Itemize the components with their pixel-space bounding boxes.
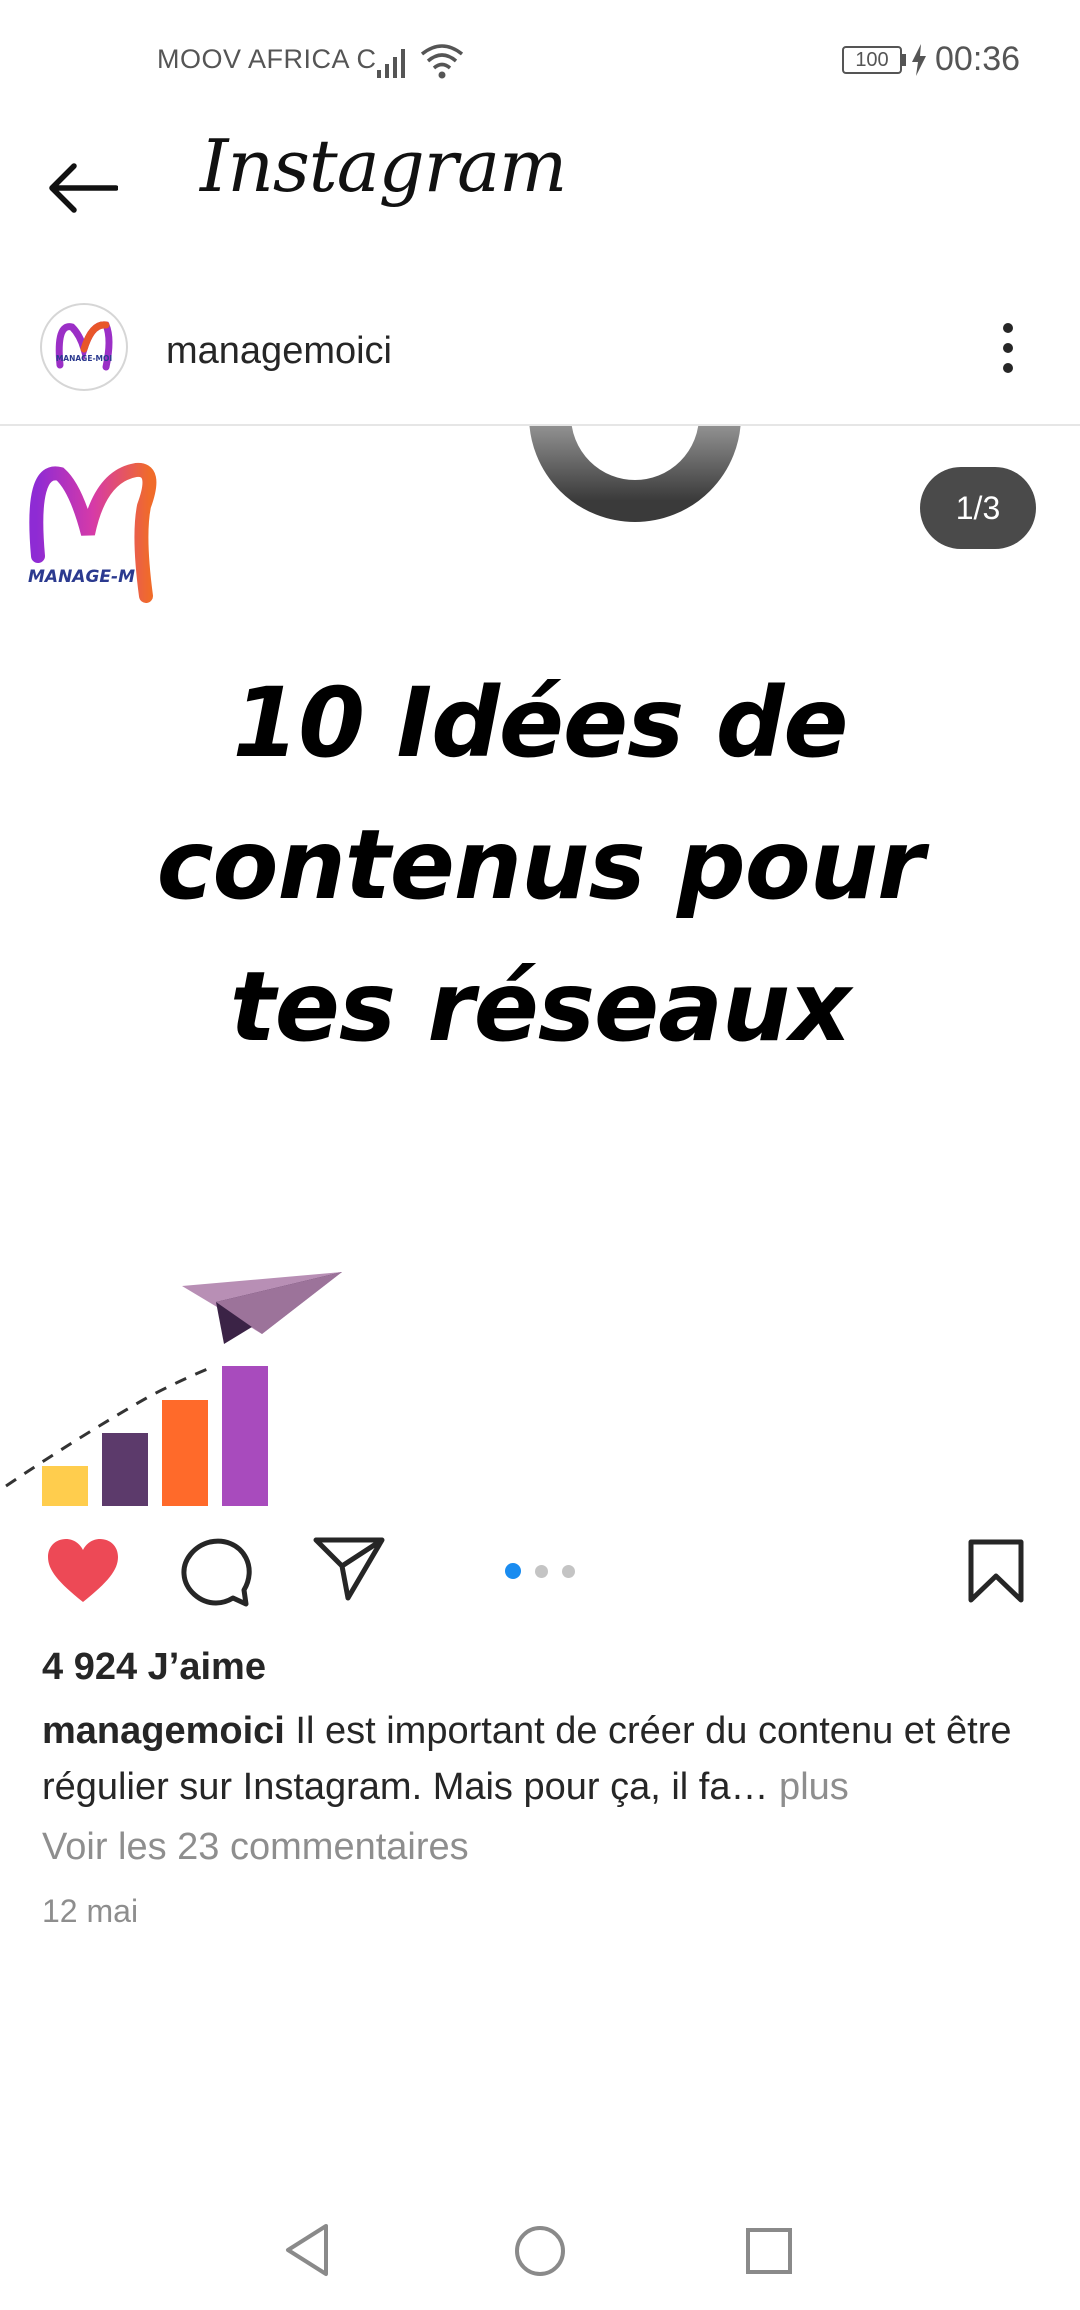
avatar[interactable]: MANAGE-MOI	[40, 303, 128, 391]
charging-icon	[910, 44, 928, 81]
slide-counter: 1/3	[920, 467, 1036, 549]
wifi-icon	[420, 42, 464, 85]
carrier-name: MOOV AFRICA C	[157, 44, 377, 74]
signal-icon	[375, 44, 411, 85]
post-username[interactable]: managemoici	[166, 330, 392, 373]
comment-icon[interactable]	[180, 1538, 252, 1613]
heart-filled-icon[interactable]	[46, 1538, 120, 1609]
post-caption: managemoici Il est important de créer du…	[42, 1703, 1042, 1815]
caption-username[interactable]: managemoici	[42, 1710, 285, 1752]
post-image[interactable]: MANAGE-M 1/3 10 Idées de contenus pour t…	[0, 426, 1080, 1506]
app-title: Instagram	[200, 124, 567, 208]
clock: 00:36	[935, 40, 1021, 78]
nav-back-icon[interactable]	[282, 2222, 332, 2283]
brand-logo: MANAGE-M	[28, 462, 157, 603]
nav-home-icon[interactable]	[512, 2223, 568, 2284]
headline-line-2: contenus pour	[156, 809, 925, 921]
view-comments-link[interactable]: Voir les 23 commentaires	[42, 1826, 469, 1869]
carousel-dots	[505, 1563, 575, 1579]
battery-level: 100	[855, 49, 889, 71]
post-headline: 10 Idées de contenus pour tes réseaux	[60, 652, 1020, 1078]
carousel-dot-2	[535, 1564, 548, 1578]
bookmark-icon[interactable]	[966, 1538, 1026, 1609]
status-bar: MOOV AFRICA C 100 00:36	[0, 0, 1080, 110]
headline-line-1: 10 Idées de	[232, 667, 848, 779]
brand-logo-text: MANAGE-M	[28, 567, 135, 587]
avatar-logo-text: MANAGE-MOI	[56, 354, 113, 363]
post-date: 12 mai	[42, 1893, 139, 1929]
paper-plane-illustration	[182, 1272, 342, 1344]
nav-recents-icon[interactable]	[744, 2226, 794, 2281]
carousel-dot-3	[562, 1564, 575, 1578]
paper-plane-icon[interactable]	[312, 1536, 386, 1607]
decorative-ring	[529, 426, 741, 522]
like-count[interactable]: 4 924 J’aime	[42, 1646, 266, 1689]
app-header: Instagram	[0, 110, 1080, 290]
arrow-left-icon[interactable]	[46, 160, 119, 221]
battery-icon: 100	[842, 46, 902, 74]
caption-more-link[interactable]: plus	[769, 1766, 849, 1808]
headline-line-3: tes réseaux	[229, 951, 851, 1063]
carousel-dot-1	[505, 1563, 521, 1579]
battery-tip-icon	[902, 54, 906, 66]
more-vertical-icon[interactable]	[996, 318, 1020, 383]
